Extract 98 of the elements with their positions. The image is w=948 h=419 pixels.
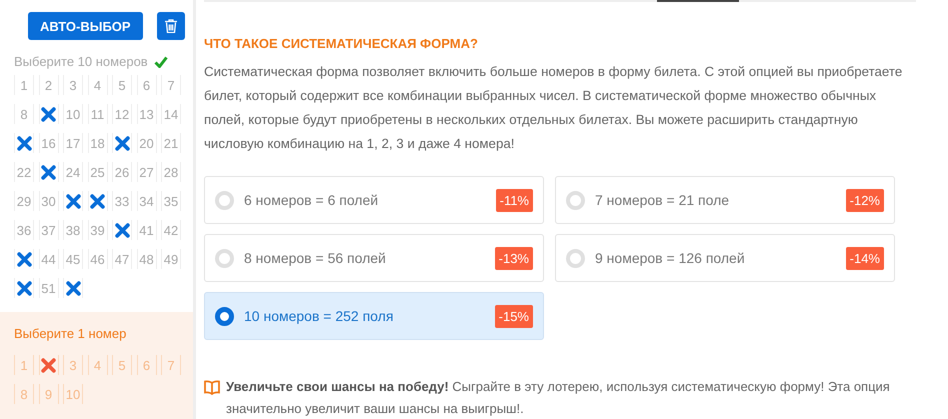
number-cell[interactable]: 25 [88, 162, 108, 182]
number-cell[interactable]: 41 [136, 220, 156, 240]
number-cell[interactable]: 47 [112, 249, 132, 269]
number-cell[interactable]: 24 [63, 162, 83, 182]
pick-prompt: Выберите 10 номеров [14, 54, 148, 69]
number-cell[interactable]: 14 [161, 104, 181, 124]
system-option[interactable]: 7 номеров = 21 поле -12% [555, 176, 895, 224]
number-cell[interactable]: 6 [136, 355, 156, 375]
picked-number[interactable] [112, 220, 132, 240]
number-cell[interactable]: 3 [63, 75, 83, 95]
number-cell[interactable]: 39 [88, 220, 108, 240]
discount-badge: -11% [496, 188, 533, 212]
option-label: 8 номеров = 56 полей [244, 250, 387, 266]
number-cell[interactable]: 28 [161, 162, 181, 182]
delete-button[interactable] [156, 12, 185, 40]
number-cell[interactable]: 2 [38, 75, 58, 95]
number-cell[interactable]: 37 [38, 220, 58, 240]
option-label: 10 номеров = 252 поля [244, 308, 394, 324]
number-cell[interactable]: 22 [14, 162, 34, 182]
description-text: Систематическая форма позволяет включить больше номеров в форму билета. С этой опцией вы приобретаете билет, который содержит все комбинации выбранных чисел. В систематической форме множество обычных полей, которые будут приобретены в нескольких отдельных билетах. Вы можете расширить стандартную числовую комбинацию на 1, 2, 3 и даже 4 номера! [204, 63, 904, 153]
number-cell[interactable]: 49 [161, 249, 181, 269]
number-cell[interactable]: 20 [136, 133, 156, 153]
cross-icon [89, 192, 106, 210]
number-cell[interactable]: 13 [136, 104, 156, 124]
number-cell[interactable]: 4 [88, 355, 108, 375]
number-cell[interactable]: 5 [112, 75, 132, 95]
cross-icon [40, 356, 57, 374]
cross-icon [16, 280, 32, 296]
number-cell[interactable]: 35 [161, 191, 181, 211]
number-cell[interactable]: 38 [63, 220, 83, 240]
number-cell[interactable]: 16 [38, 133, 58, 153]
number-cell[interactable]: 5 [112, 355, 132, 375]
number-cell[interactable]: 42 [161, 220, 181, 240]
system-option[interactable]: 10 номеров = 252 поля -15% [204, 292, 544, 340]
cross-icon [40, 164, 57, 180]
number-cell[interactable]: 7 [161, 75, 181, 95]
system-option[interactable]: 6 номеров = 6 полей -11% [204, 176, 544, 224]
number-cell[interactable]: 11 [88, 104, 108, 124]
number-cell[interactable]: 7 [161, 355, 181, 375]
cross-icon [40, 106, 57, 122]
picked-number[interactable] [63, 191, 83, 211]
option-label: 6 номеров = 6 полей [244, 192, 380, 208]
number-cell[interactable]: 46 [88, 249, 108, 269]
book-icon [204, 380, 220, 395]
radio-button[interactable] [215, 306, 234, 326]
number-cell[interactable]: 8 [14, 104, 34, 124]
cross-icon [114, 134, 130, 152]
number-cell[interactable]: 27 [136, 162, 156, 182]
number-cell[interactable]: 10 [63, 384, 83, 404]
number-cell[interactable]: 1 [14, 75, 34, 95]
system-option[interactable]: 8 номеров = 56 полей -13% [204, 234, 544, 282]
cross-icon [114, 222, 130, 238]
number-cell[interactable]: 12 [112, 104, 132, 124]
cross-icon [64, 280, 82, 296]
number-cell[interactable]: 10 [63, 104, 83, 124]
system-option[interactable]: 9 номеров = 126 полей -14% [555, 234, 895, 282]
number-cell[interactable]: 36 [14, 220, 34, 240]
number-cell[interactable]: 26 [112, 162, 132, 182]
number-cell[interactable]: 34 [136, 191, 156, 211]
picked-number[interactable] [112, 133, 132, 153]
number-cell[interactable]: 29 [14, 191, 34, 211]
option-label: 9 номеров = 126 полей [595, 250, 746, 266]
cross-icon [16, 250, 32, 268]
number-cell[interactable]: 30 [38, 191, 58, 211]
discount-badge: -15% [494, 304, 533, 328]
number-cell[interactable]: 4 [88, 75, 108, 95]
picked-number[interactable] [14, 133, 34, 153]
option-label: 7 номеров = 21 поле [595, 192, 730, 208]
number-cell[interactable]: 44 [38, 249, 58, 269]
cross-icon [64, 192, 82, 210]
number-cell[interactable]: 45 [63, 249, 83, 269]
picked-number[interactable] [38, 162, 58, 182]
picked-number[interactable] [38, 355, 58, 375]
auto-pick-button[interactable]: АВТО-ВЫБОР [28, 12, 143, 40]
discount-badge: -13% [494, 246, 533, 270]
picked-number[interactable] [14, 278, 34, 298]
bonus-prompt: Выберите 1 номер [14, 326, 126, 341]
picked-number[interactable] [38, 104, 58, 124]
discount-badge: -12% [846, 188, 884, 212]
number-cell[interactable]: 48 [136, 249, 156, 269]
picked-number[interactable] [63, 278, 83, 298]
number-cell[interactable]: 21 [161, 133, 181, 153]
section-heading: ЧТО ТАКОЕ СИСТЕМАТИЧЕСКАЯ ФОРМА? [204, 36, 479, 51]
discount-badge: -14% [846, 246, 884, 270]
number-cell[interactable]: 33 [112, 191, 132, 211]
tip-text: Увеличьте свои шансы на победу! Сыграйте в эту лотерею, используя систематическую форму! Эта опция значительно увеличит ваши шансы на выигрыш!. [226, 378, 891, 418]
number-cell[interactable]: 17 [63, 133, 83, 153]
number-cell[interactable]: 8 [14, 384, 34, 404]
picked-number[interactable] [88, 191, 108, 211]
cross-icon [16, 134, 32, 152]
number-cell[interactable]: 9 [38, 384, 58, 404]
number-cell[interactable]: 1 [14, 355, 34, 375]
number-cell[interactable]: 3 [63, 355, 83, 375]
number-cell[interactable]: 51 [38, 278, 58, 298]
number-cell[interactable]: 6 [136, 75, 156, 95]
picked-number[interactable] [14, 249, 34, 269]
trash-icon [164, 19, 177, 33]
number-cell[interactable]: 18 [88, 133, 108, 153]
